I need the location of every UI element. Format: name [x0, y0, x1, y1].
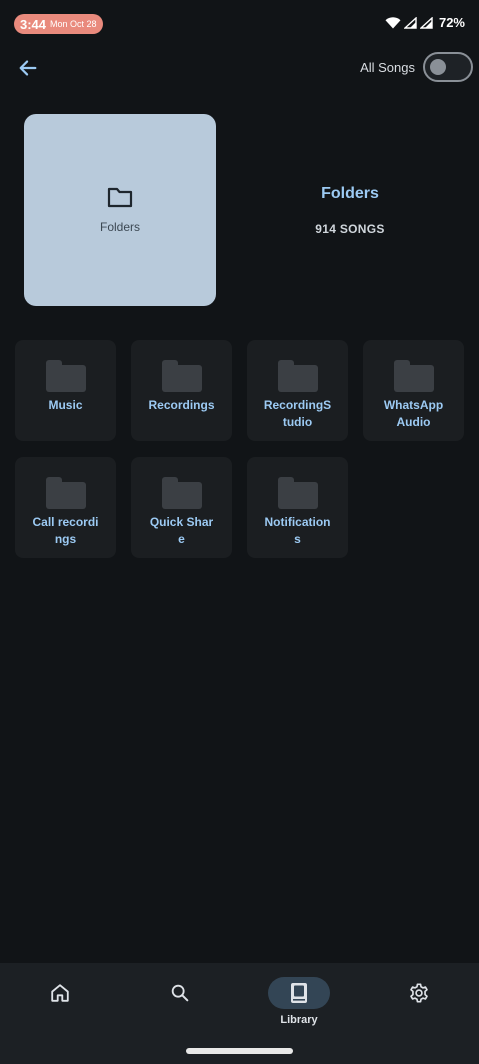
- folder-icon: [45, 477, 86, 509]
- folder-label: Notifications: [264, 515, 331, 546]
- folder-icon: [277, 477, 318, 509]
- status-time: 3:44: [20, 16, 47, 32]
- song-count: 914 SONGS: [315, 222, 385, 236]
- nav-library-pill: [268, 977, 330, 1009]
- settings-gear-icon: [410, 983, 428, 1003]
- home-indicator: [186, 1048, 293, 1054]
- nav-settings-pill: [388, 977, 450, 1009]
- search-icon: [171, 984, 189, 1002]
- status-date: Mon Oct 28: [50, 19, 97, 29]
- folder-icon: [45, 360, 86, 392]
- folder-label: Music: [48, 398, 83, 412]
- nav-search[interactable]: [120, 977, 240, 1009]
- folder-tile-call-recordings[interactable]: Call recordings: [15, 457, 116, 558]
- all-songs-toggle-row: All Songs: [360, 52, 473, 82]
- status-icons: 72%: [385, 15, 465, 30]
- wifi-icon: [385, 16, 401, 28]
- folder-icon: [161, 360, 202, 392]
- status-time-pill: 3:44 Mon Oct 28: [14, 14, 103, 34]
- switch-knob: [430, 59, 446, 75]
- folder-icon: [393, 360, 434, 392]
- folder-icon: [161, 477, 202, 509]
- nav-library-label: Library: [280, 1014, 318, 1026]
- all-songs-label: All Songs: [360, 59, 415, 75]
- folder-label: Call recordings: [32, 515, 99, 546]
- folder-tile-recordingstudio[interactable]: RecordingStudio: [247, 340, 348, 441]
- folder-grid: Music Recordings RecordingStudio WhatsAp…: [15, 340, 465, 558]
- page-title: Folders: [321, 185, 379, 202]
- folder-icon: [277, 360, 318, 392]
- folder-outline-icon: [107, 187, 133, 208]
- folder-label: Recordings: [148, 398, 215, 412]
- home-icon: [51, 984, 69, 1002]
- folder-tile-recordings[interactable]: Recordings: [131, 340, 232, 441]
- folder-tile-quick-share[interactable]: Quick Share: [131, 457, 232, 558]
- battery-percent: 72%: [438, 15, 465, 30]
- cover-label: Folders: [99, 220, 140, 234]
- all-songs-switch[interactable]: [423, 52, 473, 82]
- status-bar: 3:44 Mon Oct 28 72%: [0, 0, 479, 46]
- folder-tile-music[interactable]: Music: [15, 340, 116, 441]
- nav-home-pill: [29, 977, 91, 1009]
- nav-settings[interactable]: [359, 977, 479, 1009]
- folder-tile-whatsapp-audio[interactable]: WhatsApp Audio: [363, 340, 464, 441]
- nav-search-pill: [149, 977, 211, 1009]
- folder-label: RecordingStudio: [263, 398, 332, 429]
- folders-cover: Folders: [24, 114, 216, 306]
- folder-label: WhatsApp Audio: [383, 398, 444, 429]
- folder-tile-notifications[interactable]: Notifications: [247, 457, 348, 558]
- library-icon: [291, 983, 307, 1003]
- signal-icon: [403, 16, 417, 29]
- folder-label: Quick Share: [149, 515, 214, 546]
- nav-library[interactable]: Library: [239, 977, 359, 1026]
- back-button[interactable]: [14, 54, 42, 82]
- signal-icon-2: [419, 16, 433, 29]
- nav-home[interactable]: [0, 977, 120, 1009]
- back-arrow-icon: [19, 60, 37, 76]
